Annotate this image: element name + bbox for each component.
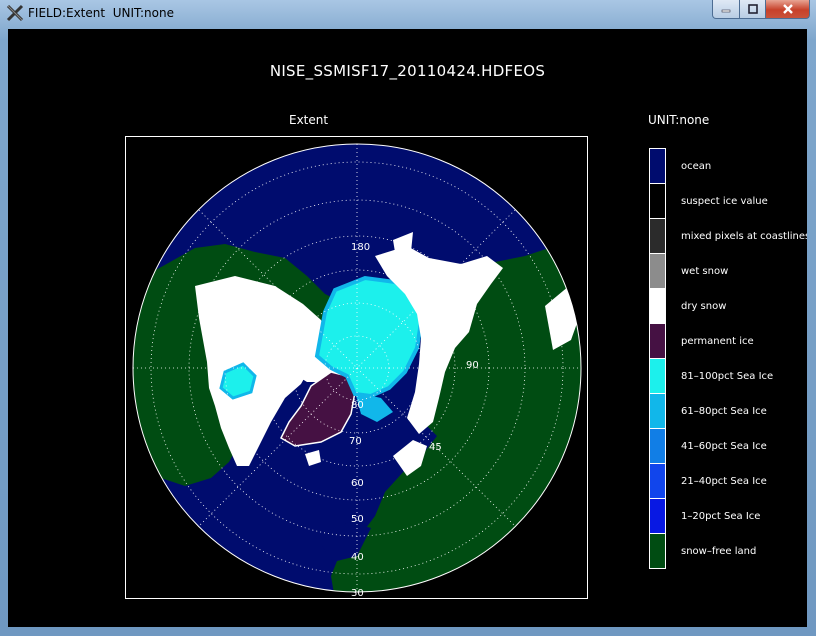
legend-label: snow–free land (681, 546, 757, 557)
x-window-icon (6, 4, 24, 22)
maximize-button[interactable] (740, 0, 766, 19)
legend-swatch (649, 218, 666, 254)
legend-label: permanent ice (681, 336, 754, 347)
plot-canvas: NISE_SSMISF17_20110424.HDFEOS Extent UNI… (8, 29, 807, 627)
legend-swatch (649, 253, 666, 289)
legend-label: dry snow (681, 301, 727, 312)
legend-label: 21–40pct Sea Ice (681, 476, 767, 487)
legend-label: 41–60pct Sea Ice (681, 441, 767, 452)
legend-item: suspect ice value (649, 183, 807, 219)
legend-swatch (649, 533, 666, 569)
legend-label: 61–80pct Sea Ice (681, 406, 767, 417)
lat-label-50: 50 (351, 514, 364, 525)
lat-label-70: 70 (349, 436, 362, 447)
legend-item: 1–20pct Sea Ice (649, 498, 807, 534)
legend-label: mixed pixels at coastlines (681, 231, 807, 242)
lon-label-90: 90 (466, 360, 479, 371)
lon-label-180: 180 (351, 242, 370, 253)
minimize-icon (721, 9, 731, 13)
legend-swatch (649, 428, 666, 464)
minimize-button[interactable] (712, 0, 740, 19)
title-bar[interactable]: FIELD:Extent UNIT:none (0, 0, 816, 27)
window-title: FIELD:Extent UNIT:none (28, 6, 174, 20)
legend-item: ocean (649, 148, 807, 184)
legend-swatch (649, 148, 666, 184)
legend-label: wet snow (681, 266, 729, 277)
map-label: Extent (289, 113, 329, 127)
lon-label-45: 45 (429, 442, 442, 453)
lat-label-40: 40 (351, 552, 364, 563)
legend-swatch (649, 288, 666, 324)
legend-item: 41–60pct Sea Ice (649, 428, 807, 464)
unit-label: UNIT:none (648, 113, 710, 127)
close-icon (782, 4, 793, 14)
legend-swatch (649, 393, 666, 429)
lat-label-80: 80 (351, 400, 364, 411)
lat-label-30: 30 (351, 588, 364, 599)
legend-item: permanent ice (649, 323, 807, 359)
legend-swatch (649, 498, 666, 534)
app-window: FIELD:Extent UNIT:none NISE_SSMISF17_201… (0, 0, 816, 636)
maximize-icon (747, 4, 758, 14)
legend-swatch (649, 183, 666, 219)
legend-label: 81–100pct Sea Ice (681, 371, 774, 382)
legend-label: 1–20pct Sea Ice (681, 511, 761, 522)
polar-map: 180 90 45 80 70 60 50 40 30 (125, 136, 588, 599)
lat-label-60: 60 (351, 478, 364, 489)
legend-item: 61–80pct Sea Ice (649, 393, 807, 429)
legend-label: ocean (681, 161, 712, 172)
legend-item: snow–free land (649, 533, 807, 569)
legend-label: suspect ice value (681, 196, 768, 207)
close-button[interactable] (766, 0, 810, 19)
legend-item: dry snow (649, 288, 807, 324)
legend-swatch (649, 358, 666, 394)
legend-item: 21–40pct Sea Ice (649, 463, 807, 499)
legend-swatch (649, 463, 666, 499)
legend-item: mixed pixels at coastlines (649, 218, 807, 254)
legend-swatch (649, 323, 666, 359)
plot-title: NISE_SSMISF17_20110424.HDFEOS (269, 62, 546, 80)
legend-item: wet snow (649, 253, 807, 289)
legend-item: 81–100pct Sea Ice (649, 358, 807, 394)
window-controls (712, 0, 810, 20)
